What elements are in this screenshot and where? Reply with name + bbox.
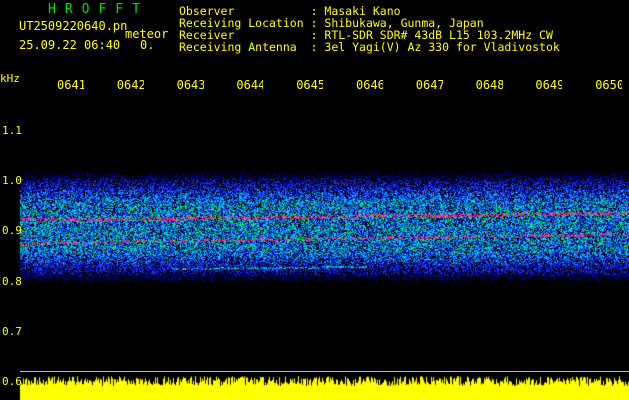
freq-label: 0.6 <box>2 375 22 388</box>
freq-label: 0.8 <box>2 274 22 288</box>
freq-unit: kHz <box>0 72 20 85</box>
info-label: Receiving Antenna <box>179 40 311 54</box>
time-label: 0649 <box>535 78 563 92</box>
time-label: 0646 <box>356 78 383 92</box>
freq-label: 0.7 <box>2 324 22 338</box>
time-label: 0642 <box>116 78 144 92</box>
time-label: 0647 <box>415 78 443 92</box>
time-label: 0644 <box>236 78 264 92</box>
time-label: 0650 <box>595 78 623 92</box>
info-value: : 3el Yagi(V) Az 330 for Vladivostok <box>310 40 560 54</box>
baseline <box>20 371 629 372</box>
time-label: 0643 <box>176 78 204 92</box>
freq-label: 1.1 <box>2 124 22 137</box>
freq-label: 0.9 <box>2 224 22 238</box>
app-title: HROFFT <box>48 2 149 17</box>
time-label: 0645 <box>296 78 324 92</box>
date-time: 25.09.22 06:40 <box>19 38 121 52</box>
file-name: UT2509220640.pn <box>19 19 128 33</box>
time-label: 0648 <box>475 78 503 92</box>
time-label: 0641 <box>57 78 84 92</box>
spectrogram <box>0 0 629 400</box>
meteor-count: 0. <box>140 38 155 52</box>
freq-label: 1.0 <box>2 174 22 188</box>
info-antenna: Receiving Antenna : 3el Yagi(V) Az 330 f… <box>179 41 560 53</box>
